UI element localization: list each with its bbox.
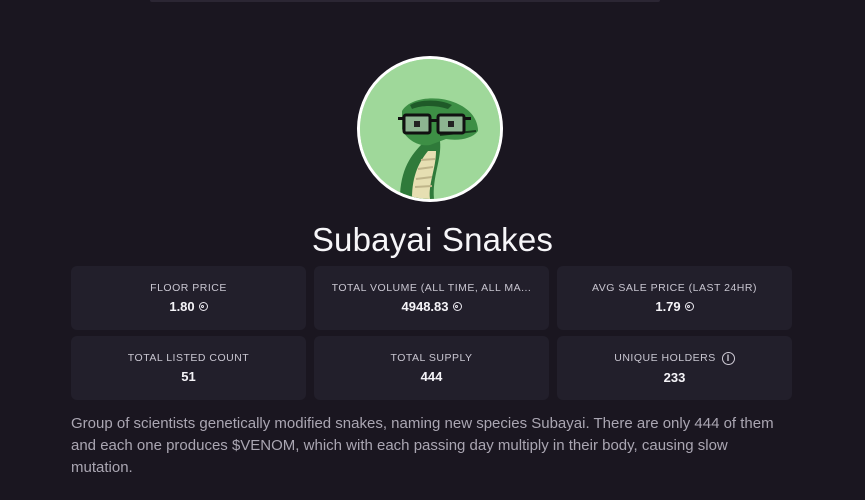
stat-label: FLOOR PRICE <box>150 282 227 294</box>
sol-icon <box>452 302 462 311</box>
stat-label: UNIQUE HOLDERS <box>614 352 716 364</box>
info-icon[interactable]: i <box>721 351 735 365</box>
collection-description: Group of scientists genetically modified… <box>71 415 774 476</box>
stat-card-total-supply: TOTAL SUPPLY 444 <box>314 336 549 400</box>
stat-value: 4948.83 <box>401 299 449 314</box>
sol-icon <box>684 302 694 311</box>
stat-value: 1.79 <box>655 299 681 314</box>
stat-card-floor-price: FLOOR PRICE 1.80 <box>71 266 306 330</box>
stat-value: 51 <box>181 369 196 384</box>
stat-label-wrap: UNIQUE HOLDERS i <box>614 351 735 365</box>
stat-value-wrap: 4948.83 <box>402 299 462 314</box>
stat-card-total-listed: TOTAL LISTED COUNT 51 <box>71 336 306 400</box>
stat-value-wrap: 1.80 <box>169 299 208 314</box>
collection-title: Subayai Snakes <box>311 221 554 258</box>
stat-value: 1.80 <box>169 299 195 314</box>
header-edge <box>150 0 660 2</box>
sol-icon <box>198 302 208 311</box>
collection-page: Subayai Snakes FLOOR PRICE 1.80 TOTAL VO… <box>0 0 865 500</box>
snake-with-glasses-avatar <box>360 59 500 199</box>
stat-value: 444 <box>420 369 443 384</box>
stat-label: TOTAL VOLUME (ALL TIME, ALL MA... <box>331 282 532 294</box>
stat-card-total-volume: TOTAL VOLUME (ALL TIME, ALL MA... 4948.8… <box>314 266 549 330</box>
stat-card-avg-sale-price: AVG SALE PRICE (LAST 24HR) 1.79 <box>557 266 792 330</box>
stat-card-unique-holders: UNIQUE HOLDERS i 233 <box>557 336 792 400</box>
stat-value: 233 <box>663 369 686 385</box>
stat-label: TOTAL LISTED COUNT <box>127 352 250 364</box>
stat-label: TOTAL SUPPLY <box>390 352 473 364</box>
stats-grid: FLOOR PRICE 1.80 TOTAL VOLUME (ALL TIME,… <box>71 266 792 400</box>
stat-value-wrap: 1.79 <box>655 299 694 314</box>
collection-avatar <box>357 56 503 202</box>
stat-label: AVG SALE PRICE (LAST 24HR) <box>592 282 757 294</box>
